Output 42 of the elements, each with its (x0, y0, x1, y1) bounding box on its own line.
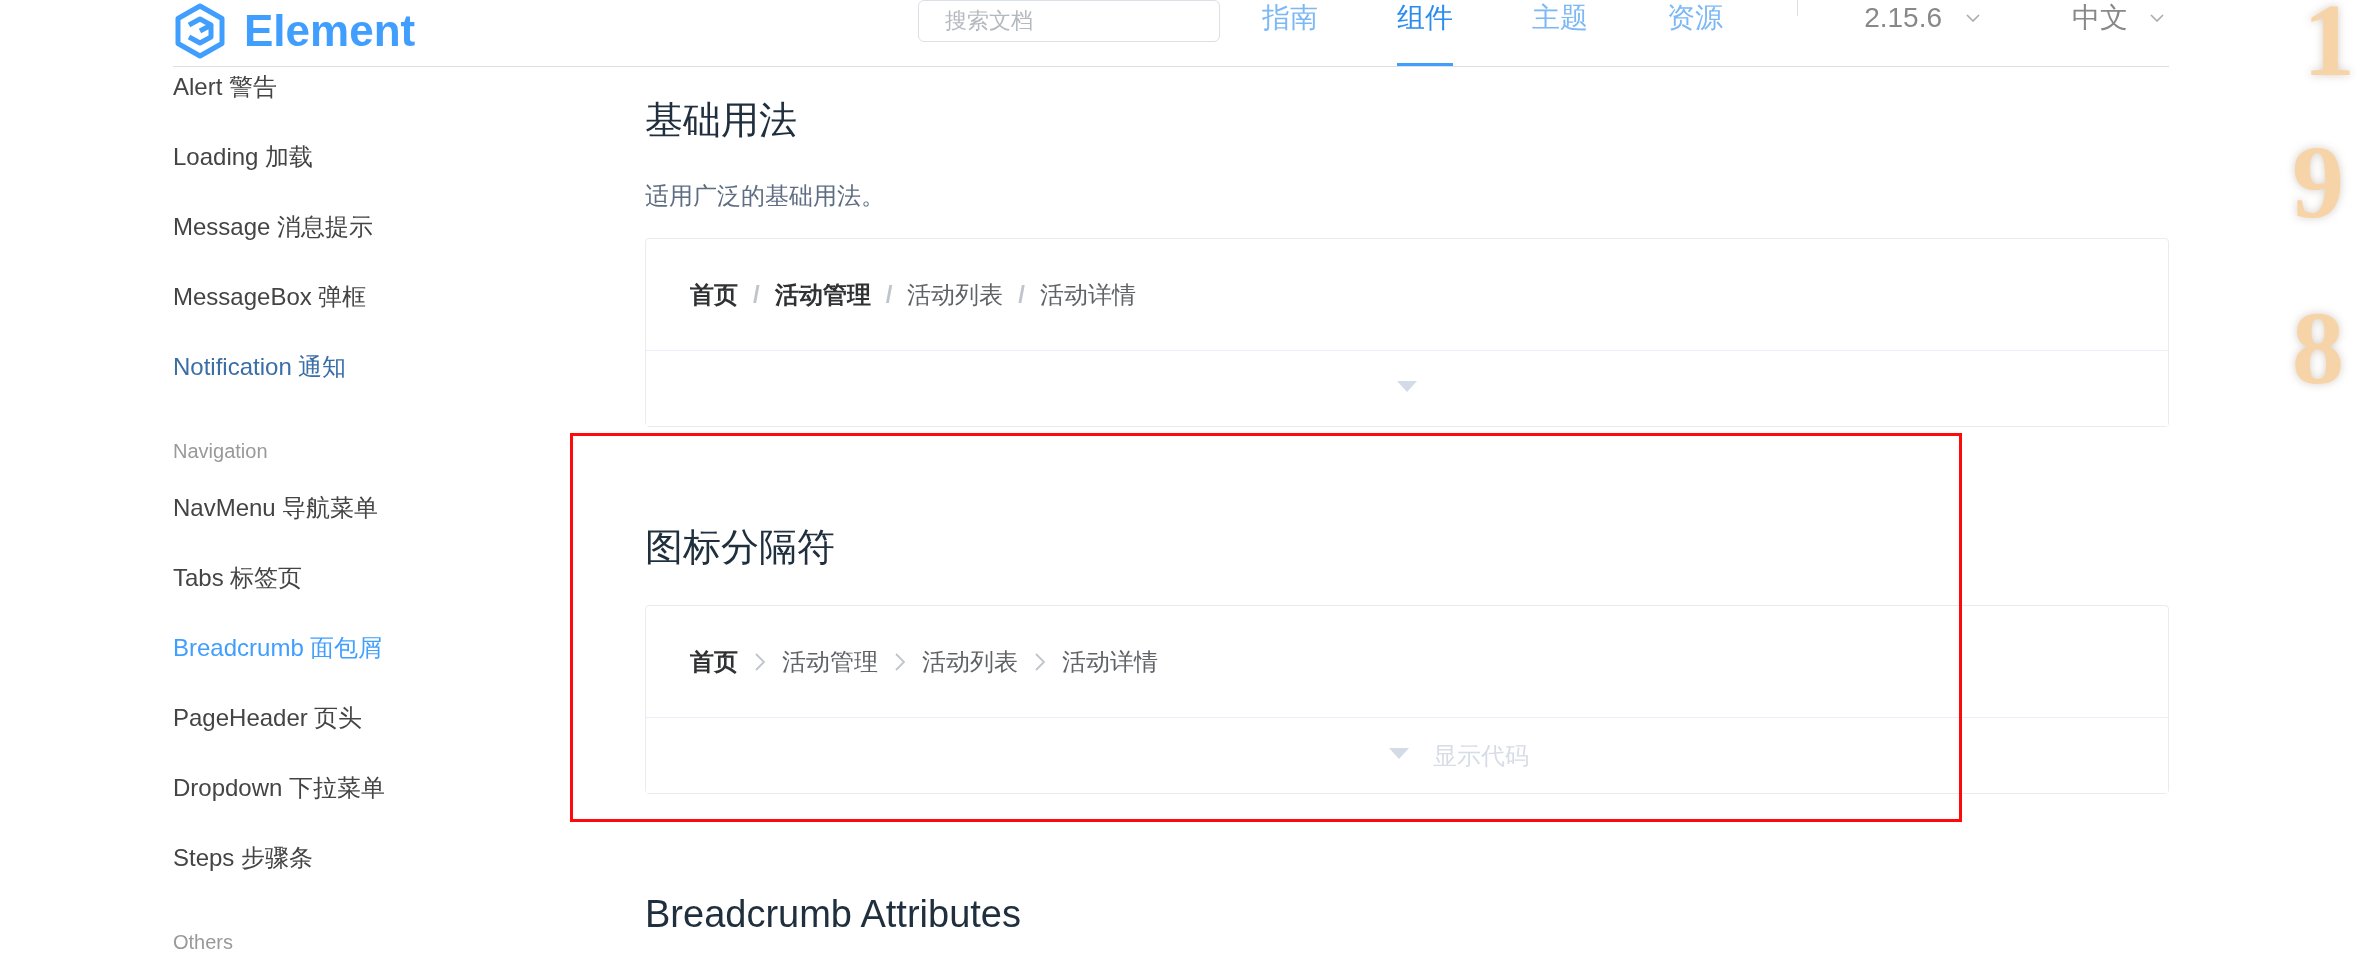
version-dropdown[interactable]: 2.15.6 (1864, 0, 1980, 36)
sidebar-group-title: Others (173, 931, 234, 953)
breadcrumb-link[interactable]: 首页 (690, 647, 738, 677)
sidebar-link[interactable]: NavMenu 导航菜单 (173, 493, 379, 523)
chevron-right-icon (755, 653, 765, 671)
decorative-number: 9 (2292, 142, 2344, 222)
sidebar-group-title: Navigation (173, 440, 268, 462)
breadcrumb-separator: / (1018, 280, 1025, 310)
breadcrumb-item: 活动列表 (922, 647, 1018, 677)
section-title: 图标分隔符 (645, 527, 836, 567)
sidebar-link[interactable]: Dropdown 下拉菜单 (173, 773, 386, 803)
caret-down-icon (1389, 748, 1409, 759)
breadcrumb-item: 活动列表 (907, 280, 1004, 310)
chevron-down-icon (1966, 14, 1980, 22)
sidebar-link[interactable]: Message 消息提示 (173, 212, 374, 242)
sidebar-link[interactable]: Steps 步骤条 (173, 843, 314, 873)
chevron-right-icon (1035, 653, 1045, 671)
breadcrumb-item: 活动管理 (782, 647, 878, 677)
sidebar-link[interactable]: Loading 加载 (173, 142, 314, 172)
sidebar-link[interactable]: MessageBox 弹框 (173, 282, 367, 312)
search-field[interactable]: 搜索文档 (918, 0, 1221, 42)
breadcrumb-item: 活动详情 (1040, 280, 1136, 310)
sidebar-link[interactable]: PageHeader 页头 (173, 703, 363, 733)
decorative-number: 1 (2303, 0, 2355, 80)
section-description: 适用广泛的基础用法。 (645, 181, 886, 211)
breadcrumb-item: 活动详情 (1062, 647, 1158, 677)
caret-down-icon (1397, 381, 1417, 392)
language-dropdown[interactable]: 中文 (2072, 0, 2164, 36)
breadcrumb-separator: / (885, 280, 893, 310)
breadcrumb-separator: / (753, 280, 760, 310)
hexagon-logo-icon (174, 3, 226, 59)
sidebar-link[interactable]: Alert 警告 (173, 72, 277, 102)
sidebar-link[interactable]: Tabs 标签页 (173, 563, 303, 593)
section-title: Breadcrumb Attributes (645, 894, 1022, 934)
breadcrumb-link[interactable]: 首页 (690, 280, 738, 310)
decorative-number: 8 (2292, 308, 2344, 388)
show-code-control[interactable] (646, 350, 2168, 426)
chevron-down-icon (2150, 14, 2164, 22)
sidebar-link[interactable]: Notification 通知 (173, 352, 347, 382)
breadcrumb-link[interactable]: 活动管理 (774, 280, 871, 310)
section-title: 基础用法 (645, 100, 798, 140)
chevron-right-icon (895, 653, 905, 671)
